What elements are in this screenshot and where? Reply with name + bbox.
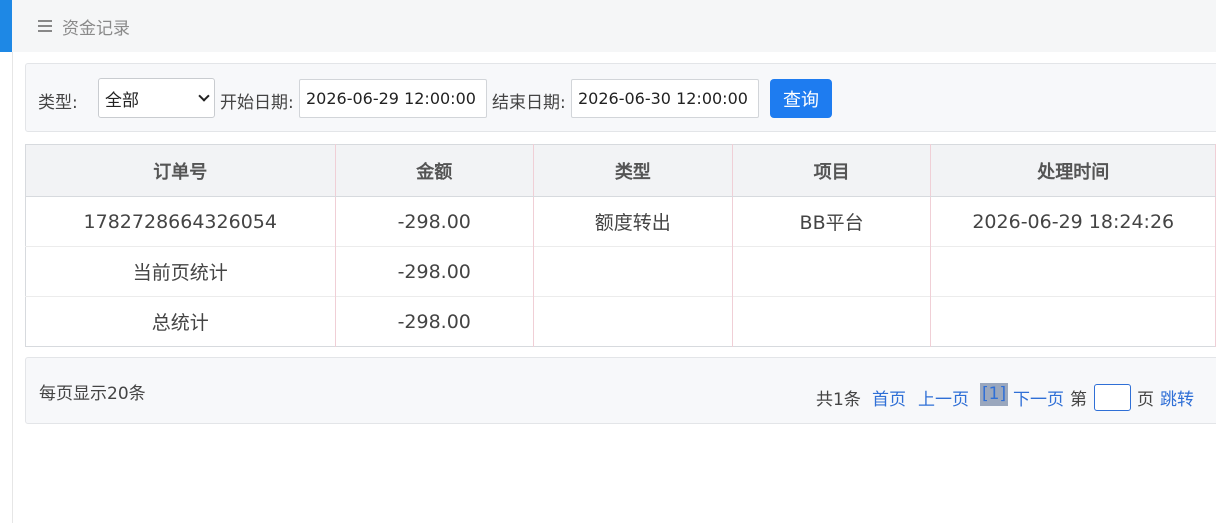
jump-link[interactable]: 跳转 — [1160, 385, 1194, 410]
pagination-panel: 每页显示20条 共1条 首页 上一页 [1] 下一页 第 页 跳转 — [25, 357, 1216, 424]
empty-cell — [533, 246, 733, 297]
page-header: 资金记录 — [12, 0, 1216, 52]
first-page-link[interactable]: 首页 — [872, 385, 906, 410]
end-date-input[interactable]: 2026-06-30 12:00:00 — [571, 79, 759, 118]
query-button[interactable]: 查询 — [770, 79, 832, 118]
type-select[interactable]: 全部 — [98, 78, 215, 118]
page-title: 资金记录 — [62, 18, 130, 39]
filter-panel: 类型: 全部 开始日期: 2026-06-29 12:00:00 结束日期: 2… — [25, 63, 1216, 132]
total-count: 共1条 — [816, 390, 861, 410]
amount-cell: -298.00 — [335, 196, 534, 247]
process-time-cell: 2026-06-29 18:24:26 — [930, 196, 1216, 247]
page-total-row: 当前页统计 -298.00 — [25, 246, 1216, 297]
next-page-link[interactable]: 下一页 — [1013, 385, 1064, 410]
item-cell: BB平台 — [732, 196, 932, 247]
prev-page-link[interactable]: 上一页 — [918, 385, 969, 410]
start-date-label: 开始日期: — [220, 93, 294, 113]
empty-cell — [732, 296, 932, 347]
column-header-process-time: 处理时间 — [930, 144, 1216, 197]
empty-cell — [533, 296, 733, 347]
grand-total-row: 总统计 -298.00 — [25, 296, 1216, 347]
page-total-amount: -298.00 — [335, 246, 534, 297]
column-header-item: 项目 — [732, 144, 932, 197]
column-header-type: 类型 — [533, 144, 733, 197]
current-page: [1] — [980, 383, 1009, 406]
table-row: 1782728664326054 -298.00 额度转出 BB平台 2026-… — [25, 196, 1216, 247]
accent-bar — [0, 0, 12, 52]
records-table: 订单号 金额 类型 项目 处理时间 1782728664326054 -298.… — [25, 144, 1216, 347]
per-page-text: 每页显示20条 — [39, 384, 146, 404]
page-prefix: 第 — [1070, 390, 1087, 410]
type-select-value: 全部 — [105, 90, 139, 111]
page-number-input[interactable] — [1094, 384, 1131, 411]
empty-cell — [930, 246, 1216, 297]
type-label: 类型: — [38, 93, 78, 113]
type-cell: 额度转出 — [533, 196, 733, 247]
order-no-cell: 1782728664326054 — [25, 196, 336, 247]
grand-total-amount: -298.00 — [335, 296, 534, 347]
column-header-amount: 金额 — [335, 144, 534, 197]
empty-cell — [930, 296, 1216, 347]
start-date-input[interactable]: 2026-06-29 12:00:00 — [299, 79, 487, 118]
menu-icon[interactable] — [38, 19, 52, 33]
end-date-label: 结束日期: — [492, 93, 566, 113]
left-divider — [12, 52, 13, 523]
column-header-order-no: 订单号 — [25, 144, 336, 197]
page-suffix: 页 — [1137, 390, 1154, 410]
grand-total-label: 总统计 — [25, 296, 336, 347]
table-header-row: 订单号 金额 类型 项目 处理时间 — [25, 144, 1216, 197]
empty-cell — [732, 246, 932, 297]
chevron-down-icon — [198, 90, 210, 102]
page-total-label: 当前页统计 — [25, 246, 336, 297]
